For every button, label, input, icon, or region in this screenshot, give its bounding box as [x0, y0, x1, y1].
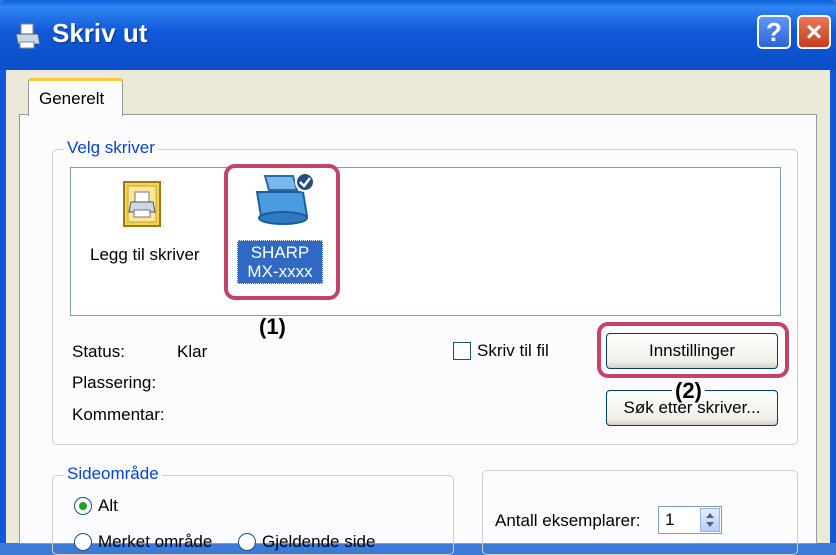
status-label: Status: [72, 342, 125, 361]
copies-spinner[interactable]: 1 [658, 506, 722, 534]
comment-label: Kommentar: [72, 405, 165, 424]
print-dialog: Skriv ut ? × Generelt Velg skriver Legg … [0, 0, 836, 555]
radio-selection[interactable] [74, 533, 92, 551]
copies-value[interactable]: 1 [665, 510, 674, 530]
close-button[interactable]: × [797, 15, 831, 49]
printer-item-add[interactable]: Legg til skriver [84, 180, 219, 280]
spinner-arrows[interactable] [700, 508, 720, 532]
radio-current-page[interactable] [238, 533, 256, 551]
radio-current-page-label[interactable]: Gjeldende side [262, 532, 375, 552]
add-printer-icon [123, 181, 161, 227]
printer-item-label: Legg til skriver [90, 245, 200, 264]
window-border-right [830, 70, 836, 543]
print-to-file-label[interactable]: Skriv til fil [477, 341, 549, 361]
callout-printer-selection [224, 164, 340, 300]
radio-selection-label[interactable]: Merket område [98, 532, 212, 552]
tab-generelt[interactable]: Generelt [28, 78, 123, 116]
radio-selected-dot [79, 502, 87, 510]
callout-label-2: (2) [672, 378, 705, 404]
page-range-legend: Sideområde [64, 464, 162, 484]
spinner-up-down-icon [706, 513, 714, 527]
copies-label: Antall eksemplarer: [495, 511, 641, 530]
title-bar[interactable]: Skriv ut ? × [0, 0, 836, 70]
printer-title-icon [15, 23, 41, 49]
select-printer-legend: Velg skriver [64, 138, 158, 158]
help-button[interactable]: ? [757, 15, 791, 49]
radio-all[interactable] [74, 497, 92, 515]
location-label: Plassering: [72, 373, 157, 392]
callout-settings-button [597, 322, 789, 378]
radio-all-label[interactable]: Alt [98, 496, 118, 516]
status-value: Klar [177, 342, 208, 361]
window-title: Skriv ut [52, 18, 148, 48]
print-to-file-checkbox[interactable] [453, 342, 471, 360]
callout-label-1: (1) [259, 314, 286, 339]
